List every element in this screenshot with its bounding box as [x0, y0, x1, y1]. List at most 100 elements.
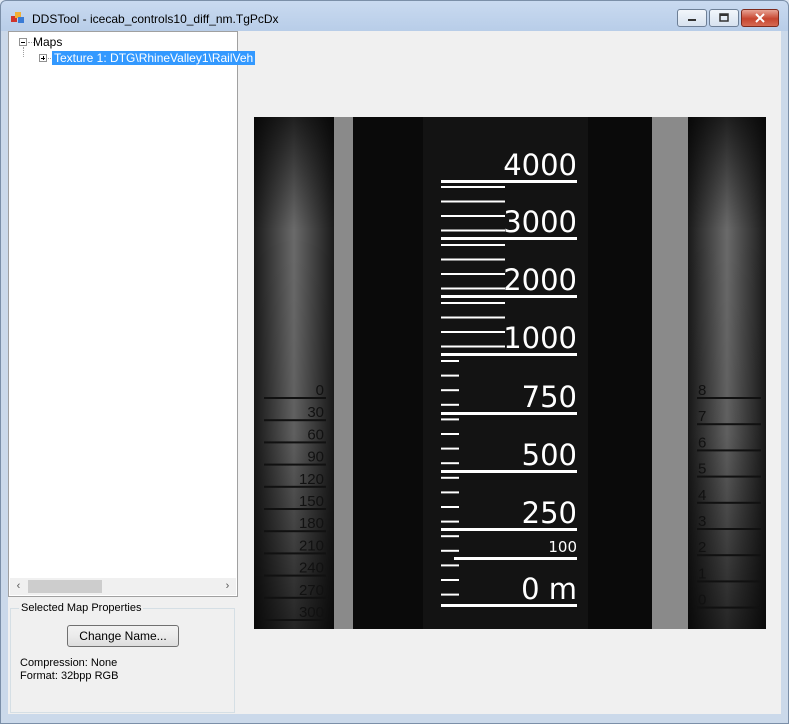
- maximize-icon: [719, 13, 729, 22]
- close-icon: [755, 13, 765, 23]
- right-gauge-tick: [697, 580, 761, 583]
- format-label: Format: 32bpp RGB: [20, 670, 119, 682]
- right-gauge-label: 5: [698, 461, 706, 478]
- left-gauge-label: 0: [316, 382, 324, 399]
- left-gauge-label: 300: [299, 604, 324, 621]
- altimeter-major-tick: [441, 353, 577, 356]
- altimeter-label: 0 m: [521, 572, 577, 606]
- altimeter-major-tick: [441, 604, 577, 607]
- compression-label: Compression: None: [20, 657, 118, 669]
- altimeter-minor-tick: [441, 593, 459, 596]
- left-gauge-label: 210: [299, 537, 324, 554]
- altimeter-minor-tick: [441, 360, 459, 362]
- left-gauge-tick: [264, 508, 326, 510]
- client-area: Maps Texture 1: DTG\RhineValley1\RailVeh…: [8, 31, 781, 714]
- right-gauge-label: 0: [698, 592, 706, 609]
- right-gauge-label: 6: [698, 434, 706, 451]
- group-label: Selected Map Properties: [19, 602, 144, 614]
- altimeter-minor-tick: [441, 186, 505, 188]
- right-gauge-label: 2: [698, 539, 706, 556]
- altimeter-minor-tick: [441, 403, 459, 406]
- right-gauge-label: 1: [698, 565, 706, 582]
- left-gauge-label: 150: [299, 493, 324, 510]
- altimeter-minor-tick: [441, 579, 459, 581]
- altimeter-minor-tick: [441, 229, 505, 232]
- right-gauge-label: 4: [698, 487, 706, 504]
- maps-tree-view[interactable]: Maps Texture 1: DTG\RhineValley1\RailVeh…: [8, 31, 256, 597]
- altimeter-major-tick: [441, 528, 577, 531]
- altimeter-minor-tick: [441, 331, 505, 333]
- expand-icon[interactable]: [39, 54, 47, 62]
- altimeter-minor-tick: [441, 433, 459, 435]
- left-gauge-label: 180: [299, 515, 324, 532]
- altimeter-major-tick: [441, 237, 577, 240]
- altimeter-label: 4000: [503, 148, 577, 182]
- close-button[interactable]: [741, 9, 779, 27]
- altimeter-minor-tick: [441, 215, 505, 217]
- tree-item-label: Texture 1: DTG\RhineValley1\RailVeh: [52, 51, 256, 65]
- tree-item-label: Maps: [33, 35, 63, 49]
- scroll-left-icon[interactable]: ‹: [10, 578, 27, 595]
- altimeter-minor-tick: [441, 258, 505, 261]
- tree-item-maps[interactable]: Maps: [33, 34, 62, 50]
- change-name-button[interactable]: Change Name...: [67, 625, 179, 647]
- altimeter-minor-tick: [441, 374, 459, 377]
- altimeter-minor-tick: [441, 273, 505, 275]
- right-gauge-tick: [697, 449, 761, 452]
- altimeter-minor-tick: [441, 520, 459, 523]
- title-bar[interactable]: DDSTool - icecab_controls10_diff_nm.TgPc…: [1, 1, 788, 31]
- right-gauge-tick: [697, 554, 761, 557]
- right-gauge-label: 3: [698, 513, 706, 530]
- altimeter-major-tick: [441, 412, 577, 415]
- minimize-button[interactable]: [677, 9, 707, 27]
- left-gauge-tick: [264, 397, 326, 399]
- left-gauge-tick: [264, 419, 326, 422]
- left-gauge-tick: [264, 552, 326, 555]
- altimeter-minor-tick: [441, 302, 505, 304]
- altimeter-label: 3000: [503, 205, 577, 239]
- altimeter-label: 2000: [503, 263, 577, 297]
- altimeter-minor-tick: [441, 447, 459, 450]
- left-gauge-tick: [264, 463, 326, 466]
- altimeter-minor-tick: [441, 287, 505, 290]
- left-gauge-label: 240: [299, 560, 324, 577]
- collapse-icon[interactable]: [19, 38, 27, 46]
- left-gauge-tick: [264, 574, 326, 577]
- altimeter-label: 500: [522, 438, 577, 472]
- altimeter-minor-tick: [441, 535, 459, 538]
- left-gauge-label: 30: [307, 404, 324, 421]
- window-title: DDSTool - icecab_controls10_diff_nm.TgPc…: [32, 12, 279, 26]
- scroll-thumb[interactable]: [28, 580, 102, 593]
- right-gauge-tick: [697, 606, 761, 609]
- altimeter-major-tick: [441, 470, 577, 473]
- altimeter-label: 750: [522, 380, 577, 414]
- scroll-right-icon[interactable]: ›: [219, 578, 236, 595]
- right-gauge-tick: [697, 397, 761, 399]
- right-gauge-tick: [697, 423, 761, 426]
- altimeter-major-tick: [441, 295, 577, 298]
- altimeter-major-tick: [454, 557, 577, 560]
- app-window: DDSTool - icecab_controls10_diff_nm.TgPc…: [0, 0, 789, 724]
- left-gauge-tick: [264, 485, 326, 488]
- altimeter-minor-tick: [441, 389, 459, 392]
- left-gauge-tick: [264, 530, 326, 533]
- right-gauge-tick: [697, 501, 761, 504]
- left-gauge-tick: [264, 596, 326, 599]
- right-gauge-tick: [697, 475, 761, 478]
- horizontal-scrollbar[interactable]: ‹ ›: [10, 578, 236, 595]
- app-icon: [11, 12, 24, 23]
- tree-item-texture[interactable]: Texture 1: DTG\RhineValley1\RailVeh: [52, 50, 256, 66]
- altimeter-minor-tick: [441, 491, 459, 494]
- altimeter-minor-tick: [441, 549, 459, 552]
- left-gauge-label: 90: [307, 449, 324, 466]
- altimeter-minor-tick: [441, 462, 459, 465]
- left-gauge-tick: [264, 441, 326, 444]
- altimeter-minor-tick: [441, 345, 505, 348]
- altimeter-label: 100: [548, 538, 577, 556]
- left-gauge-label: 60: [307, 426, 324, 443]
- altimeter-minor-tick: [441, 418, 459, 421]
- altimeter-minor-tick: [441, 506, 459, 508]
- maximize-button[interactable]: [709, 9, 739, 27]
- altimeter-label: 250: [522, 496, 577, 530]
- altimeter-label: 1000: [503, 321, 577, 355]
